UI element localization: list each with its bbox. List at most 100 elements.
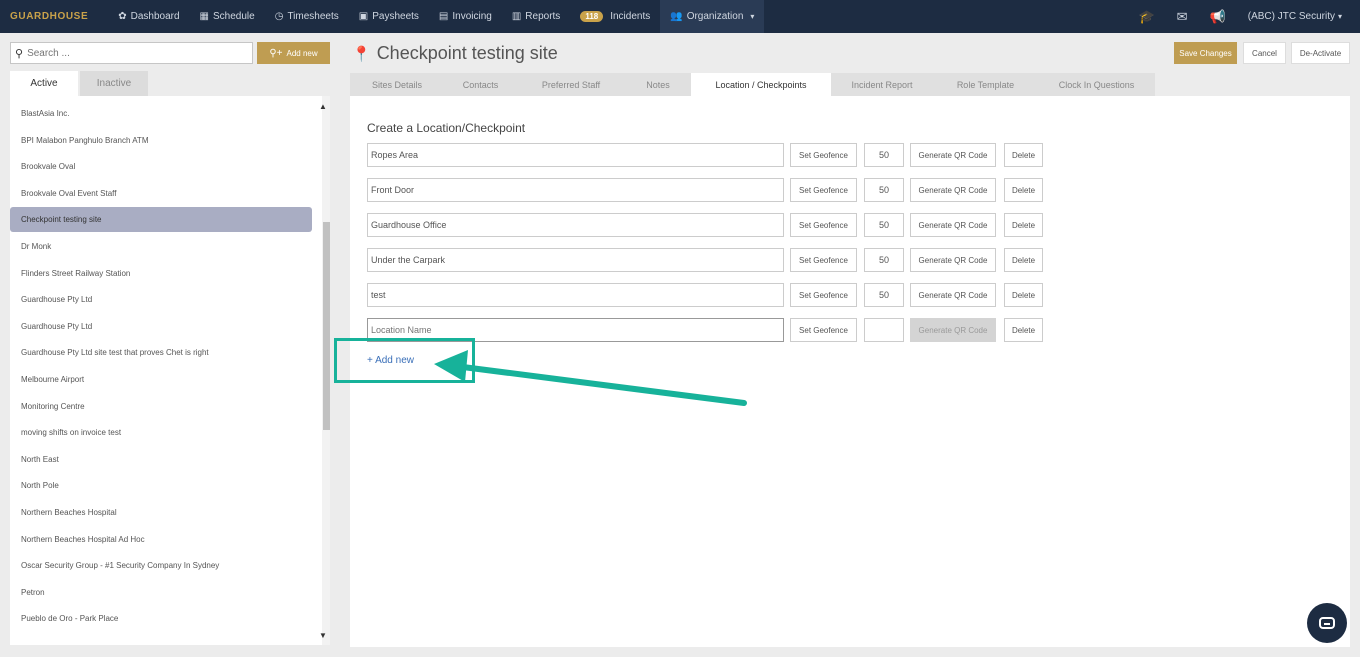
location-name-input[interactable]: Front Door bbox=[367, 178, 784, 202]
generate-qr-button[interactable]: Generate QR Code bbox=[910, 143, 996, 167]
site-list-item[interactable]: Checkpoint testing site bbox=[10, 207, 312, 233]
nav-timesheets[interactable]: ◷ Timesheets bbox=[265, 0, 349, 33]
chat-icon bbox=[1319, 617, 1335, 629]
users-icon: 👥 bbox=[670, 11, 683, 22]
geofence-radius-input[interactable]: 50 bbox=[864, 283, 904, 307]
set-geofence-button[interactable]: Set Geofence bbox=[790, 283, 857, 307]
nav-invoicing[interactable]: ▤ Invoicing bbox=[429, 0, 502, 33]
chevron-down-icon: ▾ bbox=[1337, 12, 1342, 21]
geofence-radius-input[interactable]: 50 bbox=[864, 248, 904, 272]
delete-button[interactable]: Delete bbox=[1004, 213, 1043, 237]
geofence-radius-input[interactable]: 50 bbox=[864, 213, 904, 237]
delete-button[interactable]: Delete bbox=[1004, 283, 1043, 307]
scroll-down-icon[interactable]: ▼ bbox=[316, 628, 330, 642]
generate-qr-button[interactable]: Generate QR Code bbox=[910, 178, 996, 202]
site-list-item[interactable]: Flinders Street Railway Station bbox=[10, 261, 312, 286]
delete-button[interactable]: Delete bbox=[1004, 318, 1043, 342]
delete-button[interactable]: Delete bbox=[1004, 178, 1043, 202]
site-list-item[interactable]: Oscar Security Group - #1 Security Compa… bbox=[10, 553, 312, 578]
top-navbar: GUARDHOUSE ✿ Dashboard ▦ Schedule ◷ Timeshe… bbox=[0, 0, 1360, 33]
site-list-item[interactable]: Melbourne Airport bbox=[10, 367, 312, 392]
delete-button[interactable]: Delete bbox=[1004, 248, 1043, 272]
site-list-item[interactable]: Petron bbox=[10, 580, 312, 605]
money-icon: ▣ bbox=[358, 11, 369, 22]
site-list-item[interactable]: Pueblo de Oro - Park Place bbox=[10, 606, 312, 631]
location-name-input[interactable]: Under the Carpark bbox=[367, 248, 784, 272]
nav-incidents[interactable]: 118 Incidents bbox=[570, 0, 660, 33]
location-name-input[interactable]: Ropes Area bbox=[367, 143, 784, 167]
tab-incident-report[interactable]: Incident Report bbox=[831, 73, 933, 96]
site-list-item[interactable]: BlastAsia Inc. bbox=[10, 101, 312, 126]
org-selector[interactable]: (ABC) JTC Security ▾ bbox=[1248, 11, 1342, 22]
navbar-right: 🎓 ✉ 📢 (ABC) JTC Security ▾ bbox=[1138, 0, 1342, 33]
site-list-item[interactable]: Dr Monk bbox=[10, 234, 312, 259]
chat-widget-button[interactable] bbox=[1307, 603, 1347, 643]
nav-reports[interactable]: ▥ Reports bbox=[502, 0, 570, 33]
generate-qr-button: Generate QR Code bbox=[910, 318, 996, 342]
nav-paysheets[interactable]: ▣ Paysheets bbox=[349, 0, 429, 33]
site-list-item[interactable]: North Pole bbox=[10, 473, 312, 498]
calendar-icon: ▦ bbox=[199, 11, 209, 22]
tab-active[interactable]: Active bbox=[10, 71, 78, 96]
site-list-item[interactable]: BPI Malabon Panghulo Branch ATM bbox=[10, 128, 312, 153]
geofence-radius-input[interactable] bbox=[864, 318, 904, 342]
tab-role-template[interactable]: Role Template bbox=[933, 73, 1038, 96]
scrollbar-thumb[interactable] bbox=[323, 222, 330, 430]
add-site-button[interactable]: ⚲+ Add new bbox=[257, 42, 330, 64]
site-status-tabs: Active Inactive bbox=[10, 71, 330, 96]
table-icon: ▥ bbox=[511, 11, 522, 22]
tab-inactive[interactable]: Inactive bbox=[80, 71, 148, 96]
generate-qr-button[interactable]: Generate QR Code bbox=[910, 213, 996, 237]
tab-location-checkpoints[interactable]: Location / Checkpoints bbox=[691, 73, 831, 96]
set-geofence-button[interactable]: Set Geofence bbox=[790, 318, 857, 342]
generate-qr-button[interactable]: Generate QR Code bbox=[910, 248, 996, 272]
site-list-item[interactable]: Northern Beaches Hospital Ad Hoc bbox=[10, 527, 312, 552]
nav-schedule[interactable]: ▦ Schedule bbox=[190, 0, 265, 33]
site-list-item[interactable]: Guardhouse Pty Ltd bbox=[10, 314, 312, 339]
site-list-item[interactable]: Brookvale Oval bbox=[10, 154, 312, 179]
tab-preferred-staff[interactable]: Preferred Staff bbox=[517, 73, 625, 96]
geofence-radius-input[interactable]: 50 bbox=[864, 143, 904, 167]
page-title: 📍 Checkpoint testing site bbox=[352, 43, 558, 63]
set-geofence-button[interactable]: Set Geofence bbox=[790, 143, 857, 167]
cancel-button[interactable]: Cancel bbox=[1243, 42, 1286, 64]
chevron-down-icon: ▾ bbox=[750, 12, 755, 21]
envelope-icon[interactable]: ✉ bbox=[1177, 9, 1188, 25]
search-box[interactable]: ⚲ bbox=[10, 42, 253, 64]
site-list-item[interactable]: North East bbox=[10, 447, 312, 472]
tab-contacts[interactable]: Contacts bbox=[444, 73, 517, 96]
generate-qr-button[interactable]: Generate QR Code bbox=[910, 283, 996, 307]
nav-organization[interactable]: 👥 Organization ▾ bbox=[660, 0, 765, 33]
nav-dashboard[interactable]: ✿ Dashboard bbox=[108, 0, 189, 33]
incidents-count-badge: 118 bbox=[580, 11, 604, 22]
site-list-item[interactable]: Monitoring Centre bbox=[10, 394, 312, 419]
tab-notes[interactable]: Notes bbox=[625, 73, 691, 96]
site-list-item[interactable]: moving shifts on invoice test bbox=[10, 420, 312, 445]
delete-button[interactable]: Delete bbox=[1004, 143, 1043, 167]
site-list-item[interactable]: Brookvale Oval Event Staff bbox=[10, 181, 312, 206]
graduation-cap-icon[interactable]: 🎓 bbox=[1138, 9, 1154, 25]
megaphone-icon[interactable]: 📢 bbox=[1210, 9, 1226, 25]
site-list: BlastAsia Inc. BPI Malabon Panghulo Branc… bbox=[10, 96, 330, 645]
set-geofence-button[interactable]: Set Geofence bbox=[790, 178, 857, 202]
site-list-item[interactable]: Guardhouse Pty Ltd bbox=[10, 287, 312, 312]
checkpoints-panel: Create a Location/Checkpoint Ropes Area S… bbox=[350, 96, 1350, 647]
brand-logo[interactable]: GUARDHOUSE bbox=[0, 11, 108, 22]
site-list-item[interactable]: Northern Beaches Hospital bbox=[10, 500, 312, 525]
location-name-input[interactable]: Guardhouse Office bbox=[367, 213, 784, 237]
site-list-item[interactable]: Guardhouse Pty Ltd site test that proves… bbox=[10, 340, 312, 365]
palette-icon: ✿ bbox=[118, 11, 127, 22]
deactivate-button[interactable]: De-Activate bbox=[1291, 42, 1350, 64]
map-pin-plus-icon: ⚲+ bbox=[269, 47, 283, 59]
save-changes-button[interactable]: Save Changes bbox=[1174, 42, 1237, 64]
site-tabs: Sites Details Contacts Preferred Staff N… bbox=[350, 73, 1155, 96]
geofence-radius-input[interactable]: 50 bbox=[864, 178, 904, 202]
search-input[interactable] bbox=[27, 47, 228, 59]
tab-sites-details[interactable]: Sites Details bbox=[350, 73, 444, 96]
tab-clock-in-questions[interactable]: Clock In Questions bbox=[1038, 73, 1155, 96]
scroll-up-icon[interactable]: ▲ bbox=[316, 99, 330, 113]
set-geofence-button[interactable]: Set Geofence bbox=[790, 248, 857, 272]
set-geofence-button[interactable]: Set Geofence bbox=[790, 213, 857, 237]
clock-icon: ◷ bbox=[274, 11, 284, 22]
location-name-input[interactable]: test bbox=[367, 283, 784, 307]
